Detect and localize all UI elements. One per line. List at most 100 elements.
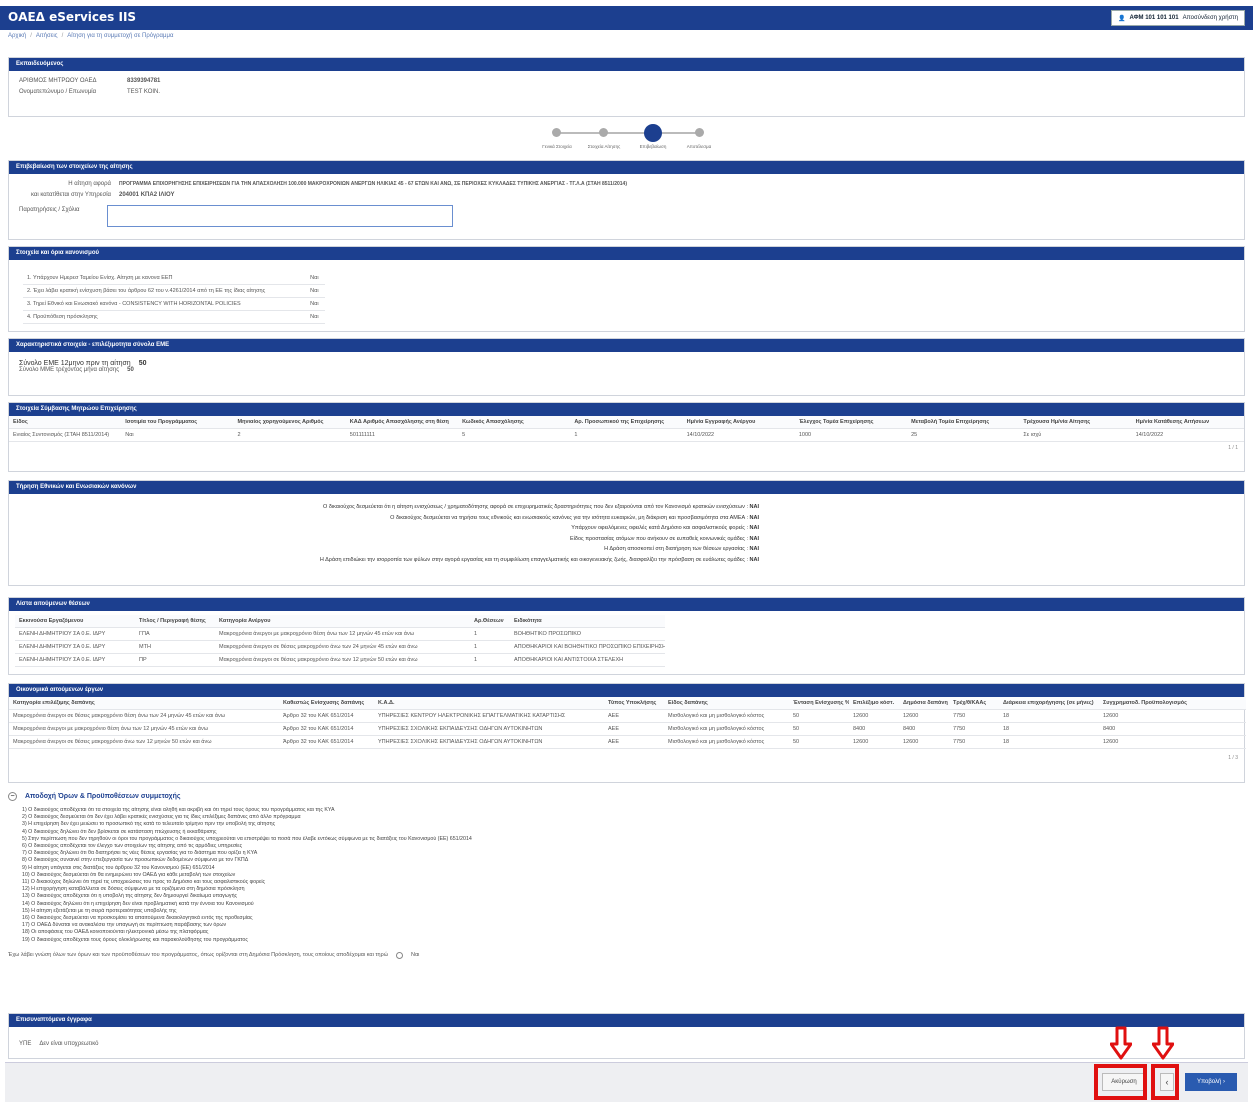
column-header[interactable]: Τύπος Υποκλήσης <box>604 697 664 710</box>
step-label: Στοιχεία Αίτησης <box>587 144 621 149</box>
terms-item: 7) Ο δικαιούχος δηλώνει ότι θα διατηρήσε… <box>22 850 258 857</box>
table-row: Ενιαίος Συντονισμός (ΣΤΑΗ 8511/2014) Ναι 2… <box>9 428 1244 442</box>
table-cell: 1 <box>470 653 510 667</box>
column-header[interactable]: Είδος <box>9 416 122 429</box>
highlight-box-back <box>1151 1064 1179 1100</box>
table-pager[interactable]: 1 / 1 <box>9 442 1244 454</box>
column-header[interactable]: Μεταβολή Τομέα Επιχείρησης <box>907 416 1020 429</box>
table-row: Μακροχρόνια άνεργοι σε θέσεις μακροχρόνι… <box>9 735 1246 749</box>
table-cell: 7750 <box>949 722 999 736</box>
notes-label: Παρατηρήσεις / Σχόλια <box>19 207 80 213</box>
app-brand[interactable]: ΟΑΕΔ eServices IIS <box>8 10 136 24</box>
column-header[interactable]: Είδος δαπάνης <box>664 697 789 710</box>
column-header[interactable]: Αρ. Προσωπικού της Επιχείρησης <box>570 416 683 429</box>
column-header[interactable]: ΚΑΔ Αριθμός Απασχόλησης στη θέση <box>345 416 459 429</box>
step-dot-1[interactable] <box>552 128 561 137</box>
step-label: Γενικά Στοιχεία <box>542 144 572 149</box>
table-cell: 12600 <box>1099 735 1246 749</box>
table-cell: Σε ισχύ <box>1019 428 1132 442</box>
table-cell: ΕΛΕΝΗ ΔΗΜΗΤΡΙΟΥ ΣΑ 0.Ε. ΙΔΡΥ <box>15 640 135 654</box>
table-cell: Άρθρο 32 του ΚΑΚ 651/2014 <box>279 722 374 736</box>
step-dot-2[interactable] <box>599 128 608 137</box>
table-cell: ΑΠΟΘΗΚΑΡΙΟΙ ΚΑΙ ΑΝΤΙΣΤΟΙΧΑ ΣΤΕΛΕΧΗ <box>510 653 665 667</box>
column-header[interactable]: Κωδικός Απασχόλησης <box>458 416 571 429</box>
declaration-text: Είδος προστασίας ατόμων που ανήκουν σε ε… <box>570 535 745 542</box>
table-cell: 8400 <box>849 722 899 736</box>
field-value: 8339394781 <box>127 78 161 84</box>
confirm-panel-title: Επιβεβαίωση των στοιχείων της αίτησης <box>9 161 1244 174</box>
table-pager[interactable]: 1 / 3 <box>9 749 1244 767</box>
terms-accept-checkbox[interactable] <box>396 951 403 959</box>
table-cell: ΑΠΟΘΗΚΑΡΙΟΙ ΚΑΙ ΒΟΗΘΗΤΙΚΟ ΠΡΟΣΩΠΙΚΟ ΕΠΙΧ… <box>510 640 665 654</box>
field-label: Σύνολο ΜΜΕ τρέχοντος μήνα αίτησης <box>19 367 120 373</box>
table-cell: ΠΡ <box>135 653 215 667</box>
sme-panel: Χαρακτηριστικά στοιχεία - επιλέξιμοτητα … <box>8 338 1245 396</box>
column-header[interactable]: Τρέχουσα Ημ/νία Αίτησης <box>1019 416 1132 429</box>
table-cell: ΒΟΗΘΗΤΙΚΟ ΠΡΟΣΩΠΙΚΟ <box>510 627 665 641</box>
notes-textarea[interactable] <box>107 205 453 227</box>
column-header[interactable]: Διάρκεια επιχορήγησης (σε μήνες) <box>999 697 1099 710</box>
terms-item: 6) Ο δικαιούχος αποδέχεται τον έλεγχο τω… <box>22 843 243 850</box>
column-header[interactable]: Αρ.Θέσεων <box>470 615 510 628</box>
table-cell: ΕΛΕΝΗ ΔΗΜΗΤΡΙΟΥ ΣΑ 0.Ε. ΙΔΡΥ <box>15 627 135 641</box>
table-cell: ΕΛΕΝΗ ΔΗΜΗΤΡΙΟΥ ΣΑ 0.Ε. ΙΔΡΥ <box>15 653 135 667</box>
table-cell: 12600 <box>849 709 899 723</box>
breadcrumb-applications[interactable]: Αιτήσεις <box>36 33 58 39</box>
employer-panel: Εκπαιδευόμενος ΑΡΙΘΜΟΣ ΜΗΤΡΩΟΥ ΟΑΕΔ 83393… <box>8 57 1245 117</box>
attachment-value: Δεν είναι υποχρεωτικό <box>39 1041 99 1047</box>
column-header[interactable]: Κ.Α.Δ. <box>374 697 604 710</box>
table-cell: 14/10/2022 <box>1131 428 1244 442</box>
step-dot-4[interactable] <box>695 128 704 137</box>
table-cell: 12600 <box>849 735 899 749</box>
column-header[interactable]: Εκκινούσα Εργαζόμενου <box>15 615 135 628</box>
terms-accept-value: Ναι <box>411 952 420 959</box>
table-cell: Μακροχρόνια άνεργοι με μακροχρόνιο θέση … <box>215 627 470 641</box>
table-cell: 3. Τηρεί Εθνικό και Ενωσιακό κανόνα - CO… <box>23 297 307 311</box>
column-header[interactable]: Μηνιαίος χορηγούμενος Αριθμός <box>233 416 346 429</box>
table-row: 1. Υπάρχουν Ημερεσ Ταμείου Ενίσχ. Αίτηση… <box>23 272 325 285</box>
table-cell: 14/10/2022 <box>682 428 795 442</box>
column-header[interactable]: Καθεστώς Ενίσχυσης δαπάνης <box>279 697 374 710</box>
wizard-track <box>557 132 702 134</box>
table-cell: 50 <box>789 735 849 749</box>
column-header[interactable]: Κατηγορία επιλέξιμης δαπάνης <box>9 697 279 710</box>
column-header[interactable]: Τρέχ/θ/ΚΑΑς <box>949 697 999 710</box>
declaration-lines: Ο δικαιούχος δεσμεύεται ότι η αίτηση ενι… <box>19 502 759 565</box>
step-dot-3-active[interactable] <box>644 124 662 142</box>
column-header[interactable]: Δημόσια δαπάνη <box>899 697 949 710</box>
column-header[interactable]: Ειδικότητα <box>510 615 665 628</box>
declaration-text: Ο δικαιούχος δεσμεύεται ότι η αίτηση ενι… <box>323 504 745 510</box>
declaration-line: Η Δράση επιδιώκει την ισορροπία των φύλω… <box>319 556 759 563</box>
user-menu[interactable]: 👤 ΑΦΜ 101 101 101 Αποσύνδεση χρήστη <box>1110 10 1245 26</box>
enterprise-panel: Στοιχεία Σύμβασης Μητρώου Επιχείρησης Εί… <box>8 402 1245 472</box>
column-header[interactable]: Κατηγορία Ανέργου <box>215 615 470 628</box>
table-cell: 18 <box>999 722 1099 736</box>
terms-item: 19) Ο δικαιούχος αποδέχεται τους όρους ο… <box>22 936 248 943</box>
declaration-line: Είδος προστασίας ατόμων που ανήκουν σε ε… <box>570 535 759 542</box>
declarations-panel-title: Τήρηση Εθνικών και Ενωσιακών κανόνων <box>9 481 1244 494</box>
declaration-line: Υπάρχουν οφειλόμενες οφειλές κατά Δημόσι… <box>571 525 759 531</box>
positions-panel: Λίστα αιτούμενων θέσεων Εκκινούσα Εργαζό… <box>8 597 1245 675</box>
column-header[interactable]: Επιλέξιμο κόστ. <box>849 697 899 710</box>
enterprise-panel-title: Στοιχεία Σύμβασης Μητρώου Επιχείρησης <box>9 403 1244 416</box>
table-cell: Ναι <box>306 310 325 324</box>
collapse-toggle-icon[interactable]: − <box>8 792 17 801</box>
column-header[interactable]: Ένταση Ενίσχυσης % <box>789 697 849 710</box>
terms-item: 9) Η αίτηση υπάγεται στις διατάξεις του … <box>22 864 215 871</box>
column-header[interactable]: Ημ/νία Εγγραφής Ανέργου <box>682 416 795 429</box>
positions-table: Εκκινούσα Εργαζόμενου Τίτλος / Περιγραφή … <box>15 615 665 667</box>
summary-table: Κατηγορία επιλέξιμης δαπάνης Καθεστώς Ενί… <box>9 697 1246 749</box>
column-header[interactable]: Ισοτιμία του Προγράμματος <box>121 416 234 429</box>
next-button[interactable]: Υποβολή › <box>1185 1073 1237 1091</box>
column-header[interactable]: Συγχρηματοδ. Προϋπολογισμός <box>1099 697 1246 710</box>
table-cell: 12600 <box>899 709 949 723</box>
table-row: 4. Προϋπόθεση πρόσκλησης Ναι <box>23 310 325 324</box>
action-bar: Ακύρωση ‹ Υποβολή › <box>5 1062 1248 1102</box>
breadcrumb: Αρχική / Αιτήσεις / Αίτηση για τη συμμετοχ… <box>8 33 173 39</box>
breadcrumb-home[interactable]: Αρχική <box>8 33 26 39</box>
column-header[interactable]: Τίτλος / Περιγραφή θέσης <box>135 615 215 628</box>
column-header[interactable]: Έλεγχος Τομέα Επιχείρησης <box>794 416 908 429</box>
column-header[interactable]: Ημ/νία Κατάθεσης Αιτήσεων <box>1131 416 1244 429</box>
user-label: ΑΦΜ 101 101 101 <box>1129 15 1179 21</box>
terms-item: 10) Ο δικαιούχος δεσμεύεται ότι θα ενημε… <box>22 871 236 878</box>
